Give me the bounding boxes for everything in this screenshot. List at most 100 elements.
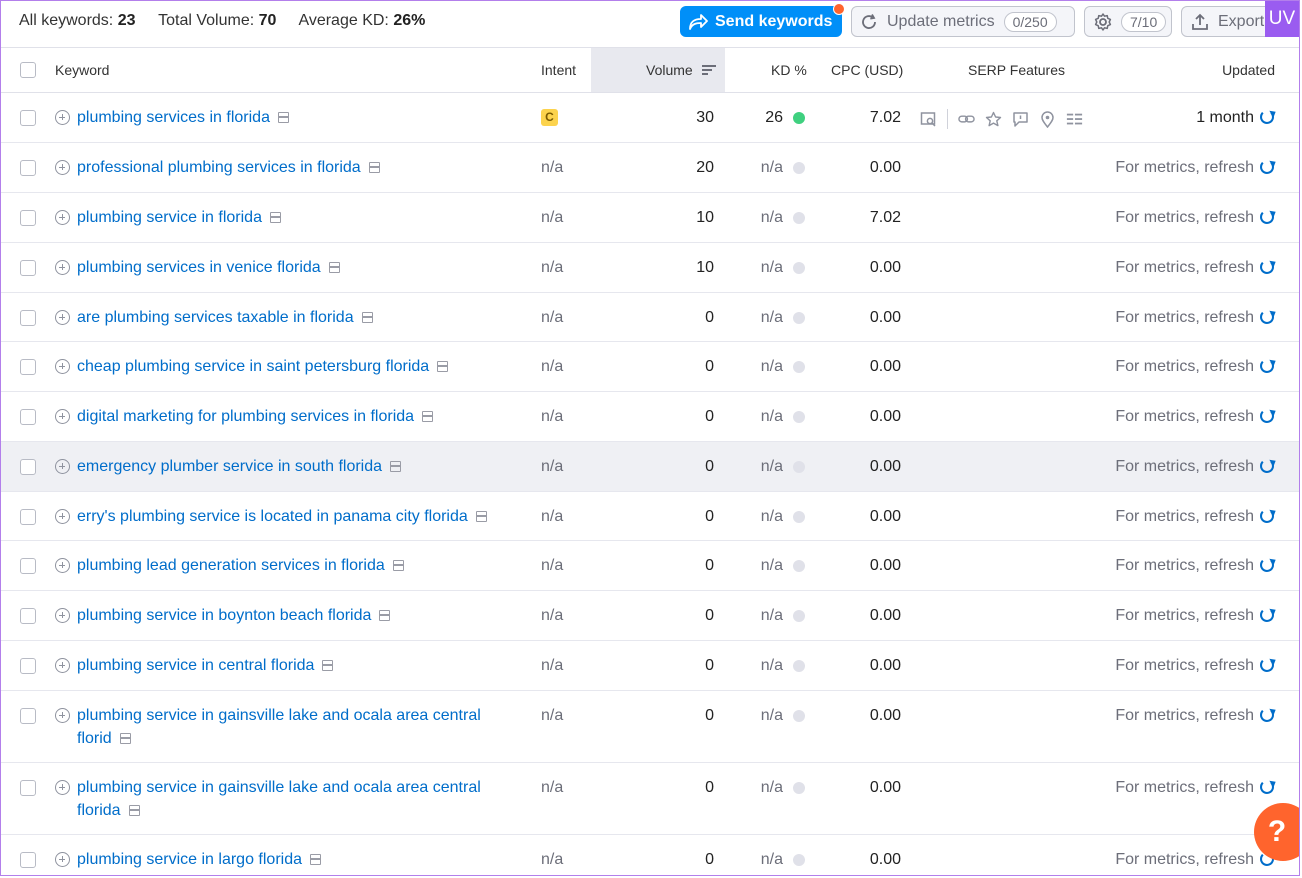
- column-header-volume[interactable]: Volume: [646, 62, 716, 78]
- row-checkbox[interactable]: [20, 509, 36, 525]
- refresh-icon[interactable]: [1260, 409, 1274, 423]
- column-header-cpc[interactable]: CPC (USD): [831, 62, 903, 78]
- updated-cell[interactable]: For metrics, refresh: [1115, 776, 1274, 799]
- add-to-list-icon[interactable]: [55, 459, 70, 474]
- row-checkbox[interactable]: [20, 359, 36, 375]
- updated-cell[interactable]: For metrics, refresh: [1115, 355, 1274, 378]
- row-checkbox[interactable]: [20, 558, 36, 574]
- row-checkbox[interactable]: [20, 608, 36, 624]
- row-checkbox[interactable]: [20, 459, 36, 475]
- serp-snapshot-icon[interactable]: [119, 733, 131, 744]
- column-header-keyword[interactable]: Keyword: [55, 62, 109, 78]
- column-header-kd[interactable]: KD %: [771, 62, 807, 78]
- keyword-link[interactable]: emergency plumber service in south flori…: [77, 455, 517, 478]
- refresh-icon[interactable]: [1260, 110, 1274, 124]
- updated-cell[interactable]: For metrics, refresh: [1115, 206, 1274, 229]
- add-to-list-icon[interactable]: [55, 310, 70, 325]
- row-checkbox[interactable]: [20, 110, 36, 126]
- row-checkbox[interactable]: [20, 409, 36, 425]
- keyword-link[interactable]: plumbing services in florida: [77, 106, 517, 129]
- add-to-list-icon[interactable]: [55, 852, 70, 867]
- serp-snapshot-icon[interactable]: [475, 511, 487, 522]
- serp-snapshot-icon[interactable]: [269, 212, 281, 223]
- serp-snapshot-icon[interactable]: [368, 162, 380, 173]
- updated-cell[interactable]: For metrics, refresh: [1115, 455, 1274, 478]
- row-checkbox[interactable]: [20, 780, 36, 796]
- search-preview-icon[interactable]: [920, 111, 937, 128]
- add-to-list-icon[interactable]: [55, 160, 70, 175]
- refresh-icon[interactable]: [1260, 260, 1274, 274]
- updated-cell[interactable]: 1 month: [1196, 106, 1274, 129]
- serp-snapshot-icon[interactable]: [390, 461, 402, 472]
- refresh-icon[interactable]: [1260, 708, 1274, 722]
- add-to-list-icon[interactable]: [55, 509, 70, 524]
- serp-snapshot-icon[interactable]: [379, 610, 391, 621]
- serp-snapshot-icon[interactable]: [322, 660, 334, 671]
- refresh-icon[interactable]: [1260, 509, 1274, 523]
- refresh-icon[interactable]: [1260, 658, 1274, 672]
- serp-snapshot-icon[interactable]: [437, 361, 449, 372]
- updated-cell[interactable]: For metrics, refresh: [1115, 704, 1274, 727]
- row-checkbox[interactable]: [20, 160, 36, 176]
- updated-cell[interactable]: For metrics, refresh: [1115, 505, 1274, 528]
- row-checkbox[interactable]: [20, 658, 36, 674]
- select-all-checkbox[interactable]: [20, 62, 36, 78]
- add-to-list-icon[interactable]: [55, 558, 70, 573]
- keyword-link[interactable]: digital marketing for plumbing services …: [77, 405, 517, 428]
- refresh-icon[interactable]: [1260, 608, 1274, 622]
- column-header-updated[interactable]: Updated: [1222, 62, 1275, 78]
- row-checkbox[interactable]: [20, 852, 36, 868]
- add-to-list-icon[interactable]: [55, 359, 70, 374]
- add-to-list-icon[interactable]: [55, 260, 70, 275]
- updated-cell[interactable]: For metrics, refresh: [1115, 604, 1274, 627]
- updated-cell[interactable]: For metrics, refresh: [1115, 306, 1274, 329]
- add-to-list-icon[interactable]: [55, 608, 70, 623]
- keyword-link[interactable]: plumbing service in largo florida: [77, 848, 517, 871]
- refresh-icon[interactable]: [1260, 310, 1274, 324]
- serp-snapshot-icon[interactable]: [422, 411, 434, 422]
- updated-cell[interactable]: For metrics, refresh: [1115, 256, 1274, 279]
- serp-snapshot-icon[interactable]: [128, 805, 140, 816]
- keyword-link[interactable]: professional plumbing services in florid…: [77, 156, 517, 179]
- keyword-link[interactable]: plumbing service in florida: [77, 206, 517, 229]
- uv-extension-badge[interactable]: UV: [1265, 1, 1299, 37]
- send-keywords-button[interactable]: Send keywords: [680, 3, 845, 37]
- row-checkbox[interactable]: [20, 310, 36, 326]
- refresh-icon[interactable]: [1260, 558, 1274, 572]
- updated-cell[interactable]: For metrics, refresh: [1115, 405, 1274, 428]
- refresh-icon[interactable]: [1260, 780, 1274, 794]
- keyword-link[interactable]: plumbing service in gainsville lake and …: [77, 776, 517, 822]
- keyword-link[interactable]: erry's plumbing service is located in pa…: [77, 505, 517, 528]
- serp-snapshot-icon[interactable]: [361, 312, 373, 323]
- updated-cell[interactable]: For metrics, refresh: [1115, 848, 1274, 871]
- row-checkbox[interactable]: [20, 210, 36, 226]
- updated-cell[interactable]: For metrics, refresh: [1115, 554, 1274, 577]
- serp-snapshot-icon[interactable]: [392, 560, 404, 571]
- keyword-link[interactable]: plumbing service in gainsville lake and …: [77, 704, 517, 750]
- add-to-list-icon[interactable]: [55, 780, 70, 795]
- keyword-link[interactable]: plumbing lead generation services in flo…: [77, 554, 517, 577]
- refresh-icon[interactable]: [1260, 459, 1274, 473]
- serp-snapshot-icon[interactable]: [328, 262, 340, 273]
- column-header-intent[interactable]: Intent: [541, 62, 576, 78]
- keyword-link[interactable]: plumbing service in central florida: [77, 654, 517, 677]
- keyword-link[interactable]: cheap plumbing service in saint petersbu…: [77, 355, 517, 378]
- row-checkbox[interactable]: [20, 260, 36, 276]
- updated-cell[interactable]: For metrics, refresh: [1115, 654, 1274, 677]
- refresh-icon[interactable]: [1260, 160, 1274, 174]
- refresh-icon[interactable]: [1260, 359, 1274, 373]
- keyword-link[interactable]: plumbing service in boynton beach florid…: [77, 604, 517, 627]
- add-to-list-icon[interactable]: [55, 658, 70, 673]
- add-to-list-icon[interactable]: [55, 210, 70, 225]
- settings-button[interactable]: 7/10: [1084, 6, 1172, 37]
- serp-snapshot-icon[interactable]: [310, 854, 321, 865]
- update-metrics-button[interactable]: Update metrics 0/250: [851, 6, 1075, 37]
- keyword-link[interactable]: plumbing services in venice florida: [77, 256, 517, 279]
- refresh-icon[interactable]: [1260, 210, 1274, 224]
- add-to-list-icon[interactable]: [55, 409, 70, 424]
- add-to-list-icon[interactable]: [55, 708, 70, 723]
- row-checkbox[interactable]: [20, 708, 36, 724]
- serp-snapshot-icon[interactable]: [277, 112, 289, 123]
- keyword-link[interactable]: are plumbing services taxable in florida: [77, 306, 517, 329]
- add-to-list-icon[interactable]: [55, 110, 70, 125]
